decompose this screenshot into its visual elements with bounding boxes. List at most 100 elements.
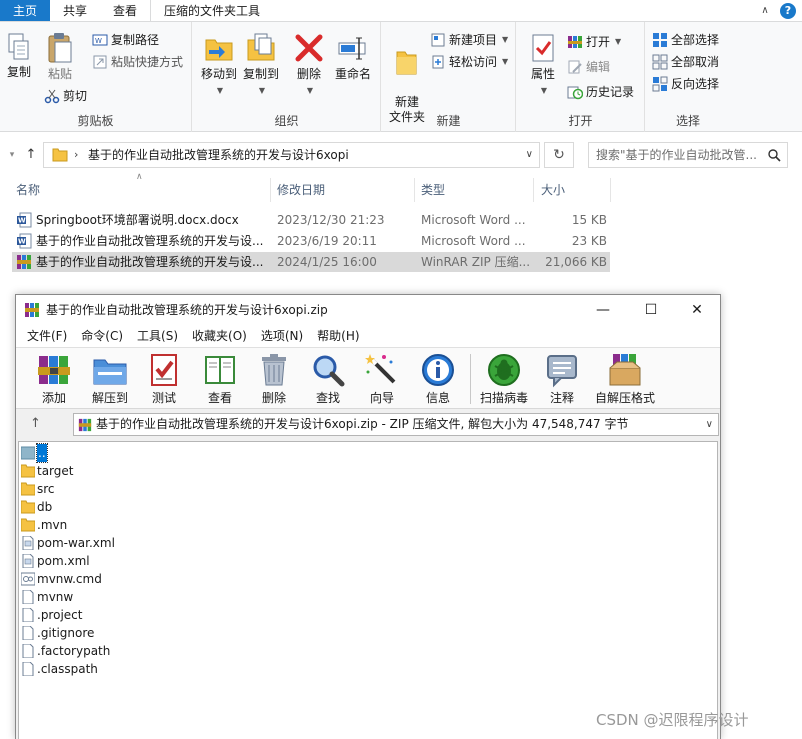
open-button[interactable]: 打开 ▼ — [567, 32, 621, 52]
file-row[interactable]: W Springboot环境部署说明.docx.docx 2023/12/30 … — [12, 210, 610, 230]
easy-access-button[interactable]: 轻松访问 ▼ — [430, 52, 508, 72]
select-none-icon — [652, 54, 668, 70]
winrar-path-dropdown-icon[interactable]: ∨ — [706, 414, 713, 435]
find-button[interactable]: 查找 — [310, 352, 346, 405]
breadcrumb-separator-icon[interactable]: › — [74, 143, 78, 167]
file-row-selected[interactable]: 基于的作业自动批改管理系统的开发与设... 2024/1/25 16:00 Wi… — [12, 252, 610, 272]
extract-to-button[interactable]: 解压到 — [88, 352, 132, 405]
file-name: Springboot环境部署说明.docx.docx — [36, 213, 239, 227]
delete-button[interactable]: 删除▼ — [293, 32, 325, 98]
column-divider[interactable] — [270, 178, 271, 202]
collapse-ribbon-icon[interactable]: ∧ — [758, 4, 772, 18]
winrar-title-bar[interactable]: 基于的作业自动批改管理系统的开发与设计6xopi.zip — ☐ ✕ — [16, 295, 720, 325]
search-input[interactable]: 搜索"基于的作业自动批改管... — [588, 142, 788, 168]
tab-home[interactable]: 主页 — [0, 0, 51, 21]
winrar-delete-button[interactable]: 删除 — [256, 352, 292, 405]
address-row: ▾ ↑ › 基于的作业自动批改管理系统的开发与设计6xopi ∨ ↻ 搜索"基于… — [0, 140, 802, 170]
menu-commands[interactable]: 命令(C) — [74, 325, 130, 347]
column-divider[interactable] — [610, 178, 611, 202]
menu-help[interactable]: 帮助(H) — [310, 325, 366, 347]
address-dropdown-icon[interactable]: ∨ — [526, 143, 533, 167]
refresh-button[interactable]: ↻ — [544, 142, 574, 168]
properties-icon — [532, 34, 554, 62]
magnifier-icon — [313, 355, 345, 387]
move-to-button[interactable]: 移动到▼ — [199, 32, 239, 98]
paste-button[interactable]: 粘贴 — [42, 32, 78, 82]
trash-can-icon — [262, 354, 286, 386]
history-icon — [567, 86, 583, 100]
column-type[interactable]: 类型 — [421, 178, 445, 202]
test-icon — [151, 354, 177, 386]
column-divider[interactable] — [533, 178, 534, 202]
xml-file-icon — [22, 536, 34, 550]
properties-button[interactable]: 属性 ▼ — [525, 32, 561, 98]
minimize-button[interactable]: — — [580, 295, 626, 325]
paste-shortcut-button[interactable]: 粘贴快捷方式 — [92, 52, 183, 72]
tab-share[interactable]: 共享 — [50, 0, 100, 21]
up-arrow-icon[interactable]: ↑ — [20, 140, 42, 170]
copy-icon — [8, 33, 29, 60]
column-size[interactable]: 大小 — [541, 178, 565, 202]
move-to-dropdown-icon: ▼ — [216, 86, 224, 95]
history-button[interactable]: 历史记录 — [567, 82, 634, 102]
winrar-up-icon[interactable]: ↑ — [30, 409, 41, 439]
refresh-icon: ↻ — [553, 147, 565, 163]
copy-path-button[interactable]: W 复制路径 — [92, 30, 159, 50]
watermark: CSDN @迟限程序设计 — [596, 711, 749, 729]
file-name: 基于的作业自动批改管理系统的开发与设... — [36, 234, 264, 248]
file-size: 21,066 KB — [545, 255, 607, 269]
copy-to-button[interactable]: 复制到▼ — [241, 32, 281, 98]
paste-icon — [48, 33, 72, 63]
edit-button[interactable]: 编辑 — [567, 57, 610, 77]
wizard-button[interactable]: 向导 — [364, 352, 400, 405]
close-button[interactable]: ✕ — [674, 295, 720, 325]
maximize-button[interactable]: ☐ — [628, 295, 674, 325]
select-none-button[interactable]: 全部取消 — [652, 52, 719, 72]
copy-button[interactable]: 复制 — [3, 32, 35, 80]
scan-virus-button[interactable]: 扫描病毒 — [478, 352, 530, 405]
recent-locations-icon[interactable]: ▾ — [4, 140, 20, 170]
comment-button[interactable]: 注释 — [544, 352, 580, 405]
help-icon[interactable]: ? — [780, 3, 796, 19]
virus-scan-bug-icon — [488, 354, 520, 386]
file-name: 基于的作业自动批改管理系统的开发与设... — [36, 255, 264, 269]
folder-icon — [21, 464, 35, 478]
file-row[interactable]: W 基于的作业自动批改管理系统的开发与设... 2023/6/19 20:11 … — [12, 231, 610, 251]
info-button[interactable]: 信息 — [420, 352, 456, 405]
menu-options[interactable]: 选项(N) — [254, 325, 310, 347]
menu-file[interactable]: 文件(F) — [20, 325, 74, 347]
blank-file-icon — [22, 644, 34, 658]
new-item-icon — [431, 33, 445, 47]
delete-x-icon — [295, 34, 323, 62]
address-path[interactable]: 基于的作业自动批改管理系统的开发与设计6xopi — [88, 143, 349, 167]
rename-button[interactable]: 重命名 — [333, 32, 373, 82]
sfx-button[interactable]: 自解压格式 — [592, 352, 658, 405]
winrar-path-text: 基于的作业自动批改管理系统的开发与设计6xopi.zip - ZIP 压缩文件,… — [96, 417, 629, 431]
test-button[interactable]: 测试 — [146, 352, 182, 405]
address-bar[interactable]: › 基于的作业自动批改管理系统的开发与设计6xopi ∨ — [43, 142, 540, 168]
tab-compressed-folder-tools[interactable]: 压缩的文件夹工具 — [150, 0, 273, 21]
menu-favorites[interactable]: 收藏夹(O) — [185, 325, 254, 347]
invert-selection-icon — [652, 76, 668, 92]
add-button[interactable]: 添加 — [34, 352, 74, 405]
column-name[interactable]: 名称 — [16, 178, 40, 202]
new-item-button[interactable]: 新建项目 ▼ — [430, 30, 508, 50]
ribbon-controls: ∧ ? — [758, 3, 796, 19]
new-folder-icon — [396, 51, 417, 75]
column-divider[interactable] — [414, 178, 415, 202]
winrar-path-dropdown[interactable]: 基于的作业自动批改管理系统的开发与设计6xopi.zip - ZIP 压缩文件,… — [73, 413, 719, 436]
select-all-button[interactable]: 全部选择 — [652, 30, 719, 50]
blank-file-icon — [22, 608, 34, 622]
menu-tools[interactable]: 工具(S) — [130, 325, 185, 347]
screen: 主页 共享 查看 压缩的文件夹工具 ∧ ? 复制 粘贴 W 复制路径 粘贴快捷方… — [0, 0, 802, 739]
close-icon: ✕ — [691, 302, 703, 318]
file-date: 2023/6/19 20:11 — [277, 234, 377, 248]
view-button[interactable]: 查看 — [200, 352, 240, 405]
tab-view[interactable]: 查看 — [100, 0, 150, 21]
invert-selection-button[interactable]: 反向选择 — [652, 74, 719, 94]
column-date[interactable]: 修改日期 — [277, 178, 325, 202]
file-type: Microsoft Word ... — [421, 234, 526, 248]
cut-button[interactable]: 剪切 — [44, 86, 87, 106]
winrar-toolbar: 添加 解压到 测试 查看 删除 查找 向导 信息 扫描病毒 注释 自解压格式 — [16, 347, 720, 409]
folder-icon — [21, 518, 35, 532]
